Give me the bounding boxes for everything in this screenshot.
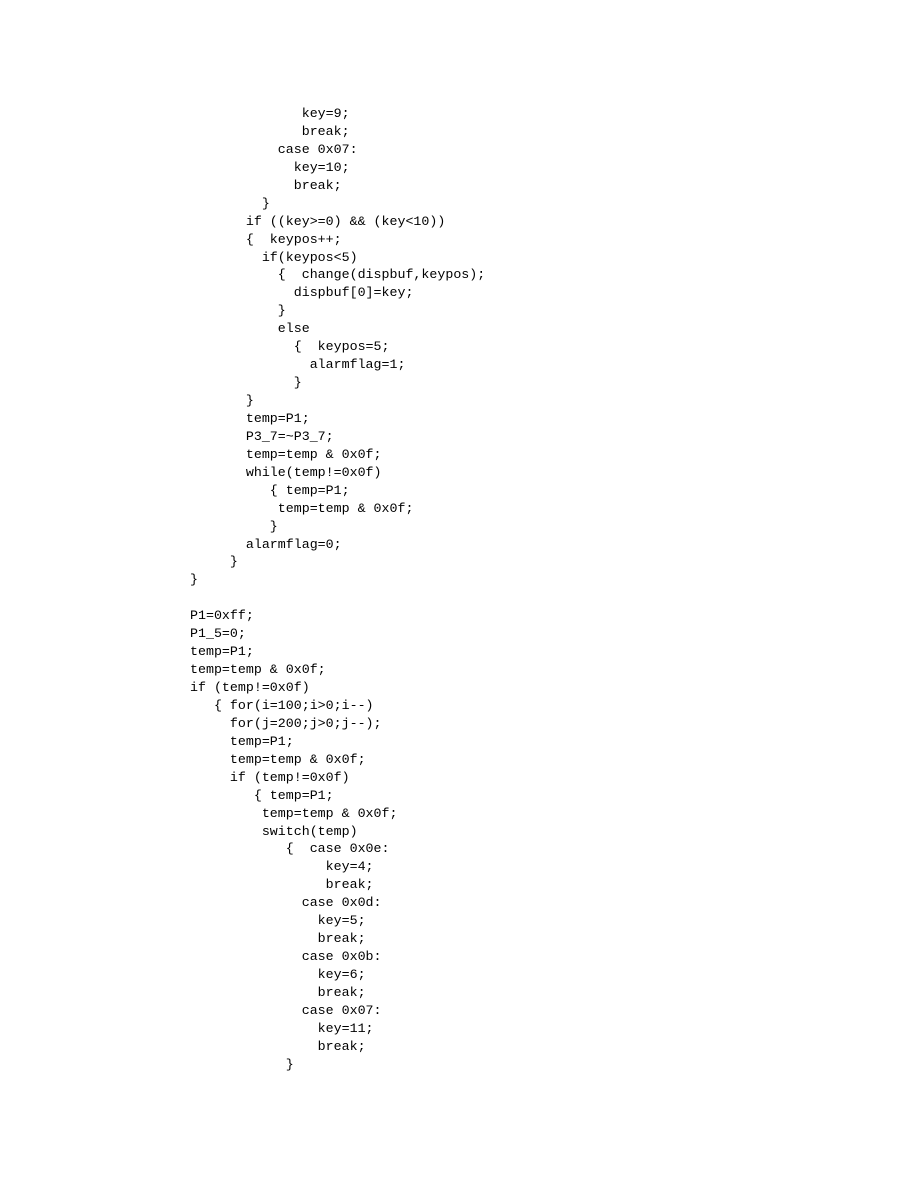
code-line: { keypos++; [190, 231, 920, 249]
code-line: temp=temp & 0x0f; [190, 661, 920, 679]
code-line: temp=P1; [190, 410, 920, 428]
code-line: key=5; [190, 912, 920, 930]
code-line: } [190, 553, 920, 571]
code-line: { keypos=5; [190, 338, 920, 356]
code-line: { temp=P1; [190, 482, 920, 500]
code-line: temp=temp & 0x0f; [190, 446, 920, 464]
code-line: if (temp!=0x0f) [190, 679, 920, 697]
code-line: key=10; [190, 159, 920, 177]
code-line: if(keypos<5) [190, 249, 920, 267]
code-line: alarmflag=0; [190, 536, 920, 554]
code-line: case 0x0d: [190, 894, 920, 912]
code-line: key=6; [190, 966, 920, 984]
code-line: P1=0xff; [190, 607, 920, 625]
code-line: alarmflag=1; [190, 356, 920, 374]
code-page: key=9; break; case 0x07: key=10; break; … [0, 0, 920, 1191]
code-line [190, 589, 920, 607]
code-line: case 0x07: [190, 141, 920, 159]
code-line: break; [190, 177, 920, 195]
code-line: else [190, 320, 920, 338]
code-line: temp=temp & 0x0f; [190, 751, 920, 769]
code-line: break; [190, 1038, 920, 1056]
code-line: } [190, 571, 920, 589]
code-line: if ((key>=0) && (key<10)) [190, 213, 920, 231]
code-line: } [190, 195, 920, 213]
code-line: temp=P1; [190, 733, 920, 751]
code-line: key=4; [190, 858, 920, 876]
code-line: P3_7=~P3_7; [190, 428, 920, 446]
code-line: { temp=P1; [190, 787, 920, 805]
code-line: } [190, 1056, 920, 1074]
code-line: { change(dispbuf,keypos); [190, 266, 920, 284]
code-line: temp=P1; [190, 643, 920, 661]
code-line: case 0x07: [190, 1002, 920, 1020]
code-line: } [190, 302, 920, 320]
code-line: while(temp!=0x0f) [190, 464, 920, 482]
code-line: break; [190, 123, 920, 141]
code-line: } [190, 374, 920, 392]
code-line: case 0x0b: [190, 948, 920, 966]
code-line: break; [190, 876, 920, 894]
code-line: temp=temp & 0x0f; [190, 500, 920, 518]
code-line: } [190, 518, 920, 536]
code-line: break; [190, 984, 920, 1002]
code-line: P1_5=0; [190, 625, 920, 643]
code-line: temp=temp & 0x0f; [190, 805, 920, 823]
code-line: break; [190, 930, 920, 948]
code-line: { for(i=100;i>0;i--) [190, 697, 920, 715]
code-line: switch(temp) [190, 823, 920, 841]
code-line: if (temp!=0x0f) [190, 769, 920, 787]
code-line: { case 0x0e: [190, 840, 920, 858]
code-block: key=9; break; case 0x07: key=10; break; … [190, 105, 920, 1074]
code-line: } [190, 392, 920, 410]
code-line: for(j=200;j>0;j--); [190, 715, 920, 733]
code-line: key=11; [190, 1020, 920, 1038]
code-line: dispbuf[0]=key; [190, 284, 920, 302]
code-line: key=9; [190, 105, 920, 123]
